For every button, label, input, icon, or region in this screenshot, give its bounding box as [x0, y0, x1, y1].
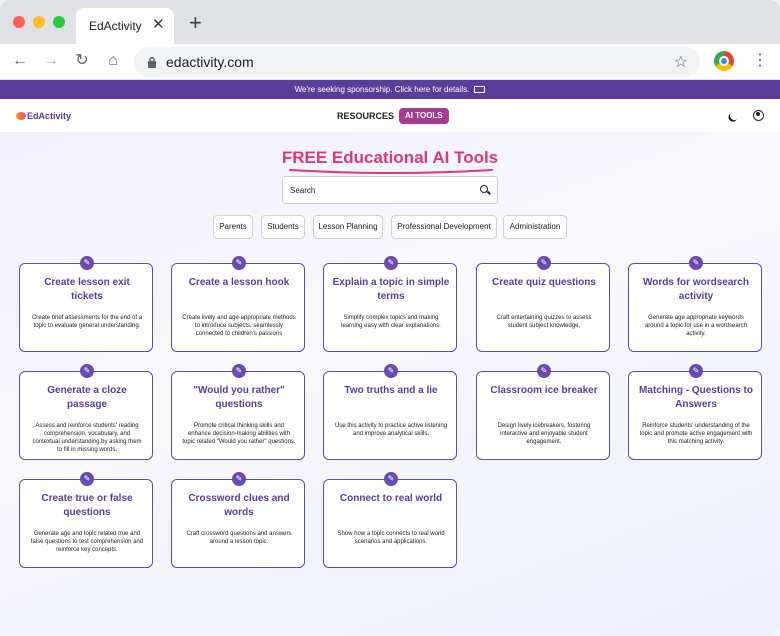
ai-tool-icon: ✎ — [384, 364, 398, 378]
search-input-text: Search — [290, 186, 316, 195]
hand-icon — [474, 86, 486, 93]
ai-tool-icon: ✎ — [384, 256, 398, 270]
home-icon[interactable]: ⌂ — [103, 51, 123, 71]
site-header: EdActivity RESOURCES AI TOOLS — [0, 99, 780, 132]
tool-card[interactable]: ✎ "Would you rather" questions Promote cri… — [171, 364, 305, 460]
tab-strip: EdActivity ✕ + — [0, 0, 780, 44]
tab-close-icon[interactable]: ✕ — [152, 17, 165, 33]
tool-card[interactable]: ✎ Classroom ice breaker Design lively iceb… — [476, 364, 610, 460]
new-tab-icon[interactable]: + — [189, 12, 202, 34]
card-title: Create lesson exit tickets — [44, 277, 130, 302]
tool-card[interactable]: ✎ Connect to real world Show how a topic c… — [323, 472, 457, 568]
browser-menu-icon[interactable]: ⋮ — [752, 52, 768, 70]
tab-title: EdActivity — [89, 19, 142, 33]
tool-card[interactable]: ✎ Generate a cloze passage Assess and rein… — [19, 364, 153, 460]
tool-card[interactable]: ✎ Create a lesson hook Create lively and a… — [171, 256, 305, 352]
card-title: Generate a cloze passage — [47, 385, 127, 410]
card-title: Crossword clues and words — [188, 493, 290, 518]
tool-card[interactable]: ✎ Matching - Questions to Answers Reinforc… — [628, 364, 762, 460]
card-description: Create lively and age-appropriate method… — [182, 315, 296, 337]
card-description: Simplify complex topics and making learn… — [341, 315, 441, 329]
card-description: Show how a topic connects to real world … — [337, 531, 445, 545]
logo-mark-icon — [16, 112, 26, 120]
address-toolbar: ← → ↻ ⌂ edactivity.com ☆ ⋮ — [0, 44, 780, 80]
card-title: Words for wordsearch activity — [643, 277, 749, 302]
reload-icon[interactable]: ↻ — [72, 51, 92, 71]
filter-chip[interactable]: Lesson Planning — [313, 215, 383, 239]
maximize-window-button[interactable] — [53, 16, 65, 28]
account-icon[interactable] — [753, 110, 764, 121]
sponsorship-banner[interactable]: We're seeking sponsorship. Click here fo… — [0, 80, 780, 99]
ai-tool-icon: ✎ — [80, 472, 94, 486]
filter-chip[interactable]: Professional Development — [391, 215, 497, 239]
card-description: Generate age appropriate keywords around… — [644, 315, 748, 337]
forward-icon[interactable]: → — [41, 51, 61, 71]
card-description: Design lively icebreakers, fostering int… — [497, 423, 591, 445]
card-title: Create true or false questions — [41, 493, 133, 518]
page-content: FREE Educational AI Tools Search Parents… — [0, 132, 780, 636]
card-title: Matching - Questions to Answers — [639, 385, 753, 410]
card-title: Classroom ice breaker — [490, 385, 598, 396]
filter-chip[interactable]: Administration — [503, 215, 567, 239]
card-title: Create quiz questions — [492, 277, 596, 288]
address-bar[interactable]: edactivity.com ☆ — [134, 47, 700, 77]
url-text: edactivity.com — [166, 54, 254, 70]
card-description: Craft entertaining quizzes to assess stu… — [496, 315, 592, 329]
browser-window: EdActivity ✕ + ← → ↻ ⌂ edactivity.com ☆ … — [0, 0, 780, 636]
ai-tool-icon: ✎ — [232, 256, 246, 270]
title-underline — [289, 169, 493, 174]
ai-tool-icon: ✎ — [384, 472, 398, 486]
minimize-window-button[interactable] — [33, 16, 45, 28]
tool-card[interactable]: ✎ Words for wordsearch activity Generate a… — [628, 256, 762, 352]
card-title: Explain a topic in simple terms — [332, 277, 450, 302]
banner-text: We're seeking sponsorship. Click here fo… — [294, 85, 470, 94]
ai-tool-icon: ✎ — [232, 364, 246, 378]
ai-tool-icon: ✎ — [80, 364, 94, 378]
card-description: Generate age and topic related true and … — [30, 531, 144, 553]
bookmark-star-icon[interactable]: ☆ — [674, 52, 688, 72]
nav-ai-tools[interactable]: AI TOOLS — [399, 108, 449, 124]
logo-text: EdActivity — [27, 111, 72, 121]
ai-tool-icon: ✎ — [537, 256, 551, 270]
dark-mode-icon[interactable] — [729, 110, 741, 122]
search-icon[interactable] — [480, 185, 488, 193]
browser-tab[interactable]: EdActivity ✕ — [76, 8, 174, 44]
tool-card[interactable]: ✎ Create true or false questions Generate … — [19, 472, 153, 568]
chrome-profile-icon[interactable] — [714, 51, 734, 71]
card-title: Connect to real world — [339, 493, 443, 504]
card-description: Use this activity to practice active lis… — [334, 423, 448, 437]
card-description: Promote critical thinking skills and enh… — [182, 423, 296, 445]
card-title: "Would you rather" questions — [193, 385, 285, 410]
nav-resources[interactable]: RESOURCES — [337, 111, 394, 121]
ai-tool-icon: ✎ — [689, 256, 703, 270]
ai-tool-icon: ✎ — [232, 472, 246, 486]
card-title: Create a lesson hook — [188, 277, 290, 288]
card-description: Reinforce students' understanding of the… — [639, 423, 753, 445]
card-title: Two truths and a lie — [344, 385, 438, 396]
tool-card[interactable]: ✎ Create quiz questions Craft entertaining… — [476, 256, 610, 352]
ai-tool-icon: ✎ — [80, 256, 94, 270]
site-logo[interactable]: EdActivity — [16, 111, 71, 121]
close-window-button[interactable] — [13, 16, 25, 28]
ai-tool-icon: ✎ — [689, 364, 703, 378]
back-icon[interactable]: ← — [10, 51, 30, 71]
tool-card[interactable]: ✎ Create lesson exit tickets Create brief … — [19, 256, 153, 352]
tool-card[interactable]: ✎ Crossword clues and words Craft crosswor… — [171, 472, 305, 568]
card-description: Craft crossword questions and answers ar… — [186, 531, 292, 545]
filter-chip[interactable]: Students — [261, 215, 305, 239]
ai-tool-icon: ✎ — [537, 364, 551, 378]
lock-icon — [148, 56, 156, 68]
card-description: Create brief assessments for the end of … — [31, 315, 143, 329]
filter-chip[interactable]: Parents — [213, 215, 253, 239]
search-input[interactable]: Search — [282, 176, 498, 204]
page-title: FREE Educational AI Tools — [281, 148, 499, 167]
tool-card[interactable]: ✎ Two truths and a lie Use this activity t… — [323, 364, 457, 460]
card-description: Assess and reinforce students' reading c… — [32, 423, 142, 453]
tool-card[interactable]: ✎ Explain a topic in simple terms Simplify… — [323, 256, 457, 352]
